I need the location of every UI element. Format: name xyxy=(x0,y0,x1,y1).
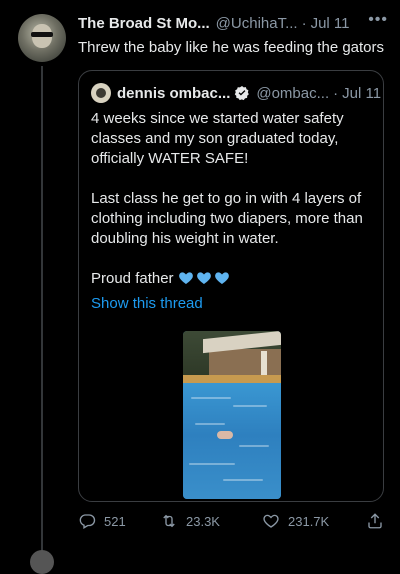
blue-heart-icon xyxy=(196,272,211,284)
reply-icon xyxy=(79,514,96,529)
tweet-header: The Broad St Mo... @UchihaT... · Jul 11 … xyxy=(78,11,388,33)
blue-heart-icon xyxy=(178,272,193,284)
quote-paragraph: Last class he get to go in with 4 layers… xyxy=(91,190,363,247)
reply-button[interactable]: 521 xyxy=(78,512,126,530)
retweet-button[interactable]: 23.3K xyxy=(160,512,220,530)
author-name[interactable]: The Broad St Mo... xyxy=(78,15,210,32)
quote-paragraph: 4 weeks since we started water safety cl… xyxy=(91,110,344,167)
retweet-count: 23.3K xyxy=(186,513,220,529)
quote-text: 4 weeks since we started water safety cl… xyxy=(91,109,376,289)
avatar-glasses xyxy=(31,32,53,37)
quote-separator: · xyxy=(333,84,339,102)
proud-father-text: Proud father xyxy=(91,270,174,287)
retweet-icon xyxy=(163,514,175,528)
share-icon xyxy=(368,513,382,529)
next-tweet-avatar[interactable] xyxy=(30,550,54,574)
like-count: 231.7K xyxy=(288,513,330,529)
quote-handle: @ombac... xyxy=(256,84,330,102)
blue-hearts xyxy=(178,270,230,286)
reply-count: 521 xyxy=(104,513,126,529)
quote-date: Jul 11 xyxy=(342,84,382,102)
like-button[interactable]: 231.7K xyxy=(262,512,329,530)
tweet-actions: 521 23.3K 231.7K xyxy=(78,512,388,534)
avatar[interactable] xyxy=(18,14,66,62)
tweet-date[interactable]: Jul 11 xyxy=(311,15,350,32)
quote-header: dennis ombac... @ombac... · Jul 11 xyxy=(117,83,381,103)
quote-avatar[interactable] xyxy=(91,83,111,103)
thread-line xyxy=(41,66,43,558)
child-in-pool xyxy=(217,431,233,439)
separator: · xyxy=(301,14,307,32)
verified-icon xyxy=(235,86,250,101)
tweet-text: Threw the baby like he was feeding the g… xyxy=(78,39,385,56)
more-icon[interactable]: ••• xyxy=(368,11,388,29)
quote-media-video[interactable] xyxy=(183,331,281,499)
author-handle[interactable]: @UchihaT... xyxy=(216,15,298,32)
show-thread-link[interactable]: Show this thread xyxy=(91,295,203,312)
quote-paragraph: Proud father xyxy=(91,269,376,289)
blue-heart-icon xyxy=(214,272,229,284)
quote-tweet[interactable]: dennis ombac... @ombac... · Jul 11 4 wee… xyxy=(78,70,384,502)
like-icon xyxy=(263,514,279,528)
share-button[interactable] xyxy=(366,512,384,530)
quote-author-name: dennis ombac... xyxy=(117,84,231,102)
